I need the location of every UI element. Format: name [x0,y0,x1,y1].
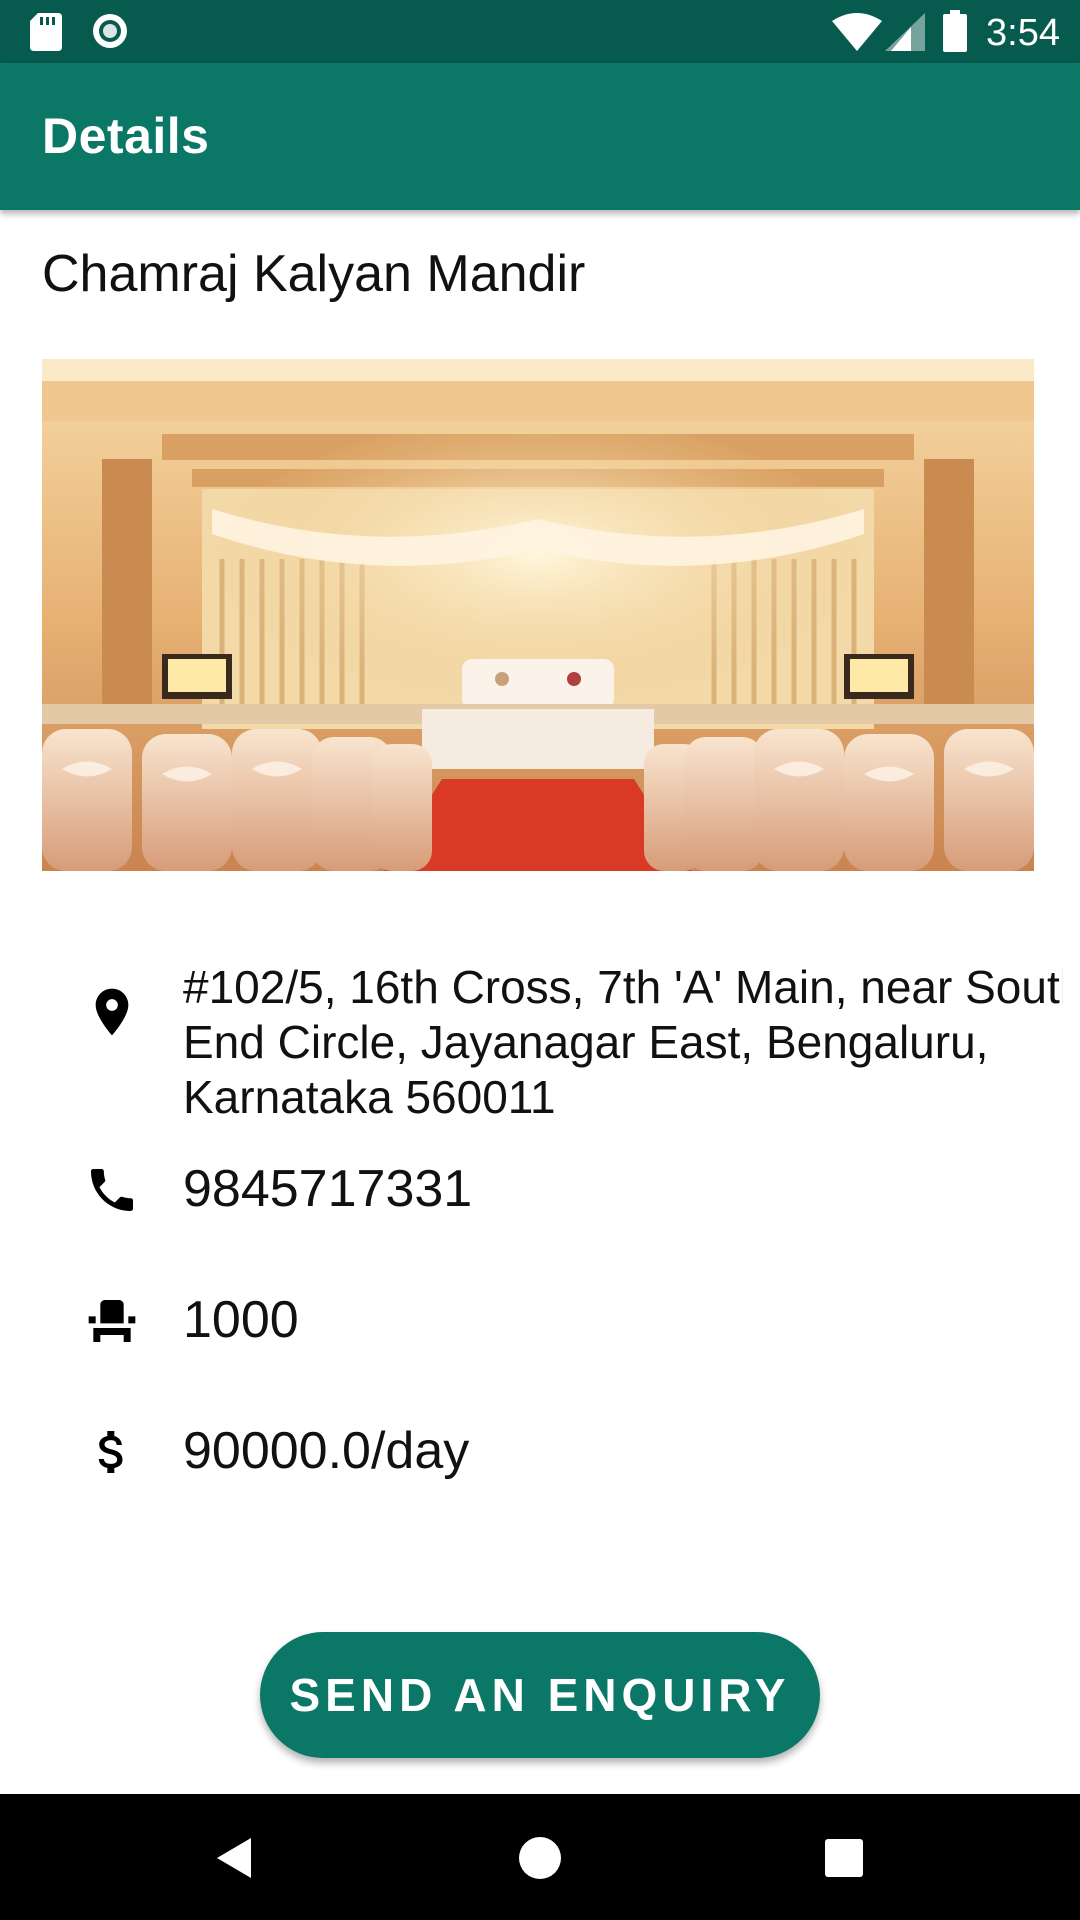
phone-icon [91,1169,133,1211]
app-bar: Details [0,63,1080,210]
address-line: Karnataka 560011 [183,1071,556,1123]
seat-icon [88,1300,136,1342]
wifi-icon [832,13,882,51]
venue-name: Chamraj Kalyan Mandir [42,245,586,303]
cell-signal-icon [885,13,925,51]
venue-image [42,359,1034,871]
phone-number[interactable]: 9845717331 [183,1162,1063,1217]
sd-card-icon [30,13,62,51]
battery-icon [943,10,967,52]
status-bar: 3:54 [0,0,1080,63]
location-pin-icon [95,988,129,1036]
system-nav-bar [0,1794,1080,1920]
send-enquiry-button[interactable]: SEND AN ENQUIRY [260,1632,820,1758]
dollar-icon [98,1431,123,1473]
home-icon[interactable] [508,1826,572,1890]
back-icon[interactable] [203,1826,267,1890]
price-value: 90000.0/day [183,1424,470,1479]
sync-icon [93,14,127,48]
capacity-value: 1000 [183,1293,299,1348]
venue-image-illustration [42,359,1034,871]
address-line: End Circle, Jayanagar East, Bengaluru, [183,1016,989,1068]
page-title: Details [42,108,210,164]
address-line: #102/5, 16th Cross, 7th 'A' Main, near S… [183,961,1063,1013]
recents-icon[interactable] [812,1826,876,1890]
status-time: 3:54 [986,12,1060,54]
